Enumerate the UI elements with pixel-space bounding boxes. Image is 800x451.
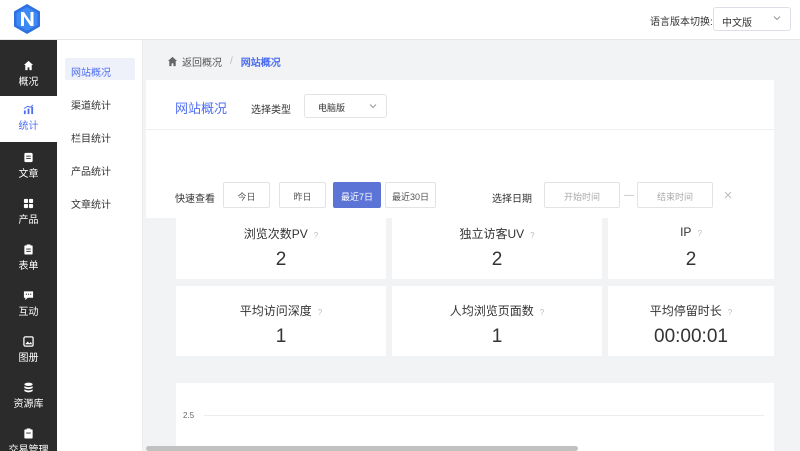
help-icon[interactable]: ? [728, 308, 732, 317]
help-icon[interactable]: ? [314, 231, 318, 240]
quick-button-last-7-days[interactable]: 最近7日 [333, 182, 381, 208]
help-icon[interactable]: ? [697, 229, 701, 238]
stat-value: 2 [685, 249, 697, 270]
database-icon [24, 382, 33, 393]
stat-card-avg-duration: 平均停留时长? 00:00:01 [608, 286, 774, 356]
stat-card-ip: IP? 2 [608, 209, 774, 279]
nav-item-resources[interactable]: 资源库 [0, 374, 57, 420]
stat-name: 浏览次数PV [243, 227, 308, 241]
nav-item-forms[interactable]: 表单 [0, 236, 57, 282]
date-range-label: 选择日期 [492, 194, 532, 205]
stat-value: 2 [275, 249, 287, 270]
main-sidebar: 概况 统计 文章 产品 表单 互动 图册 资源库 交易管理 [0, 40, 57, 451]
language-value: 中文版 [722, 18, 752, 29]
date-range-separator: — [624, 190, 634, 201]
quick-button-today[interactable]: 今日 [223, 182, 270, 208]
stat-name: 独立访客UV [459, 227, 525, 241]
trade-icon [24, 428, 33, 439]
nav-item-label: 文章 [18, 169, 39, 180]
nav-item-label: 交易管理 [8, 445, 49, 451]
nav-item-label: 统计 [18, 121, 39, 132]
horizontal-scrollbar[interactable] [146, 446, 578, 451]
language-select[interactable]: 中文版 [713, 7, 791, 31]
subnav-item-article-stats[interactable]: 文章统计 [65, 190, 135, 212]
filter-card: 网站概况 选择类型 电脑版 快速查看 今日 昨日 最近7日 最近30日 选择日期… [146, 80, 774, 218]
language-switch-label: 语言版本切换: [650, 17, 713, 28]
chat-icon [23, 291, 34, 301]
nav-item-label: 产品 [18, 215, 39, 226]
y-tick-label: 2.5 [183, 411, 195, 420]
breadcrumb-separator: / [230, 56, 233, 67]
nav-item-label: 互动 [18, 307, 39, 318]
article-icon [24, 152, 33, 163]
nav-item-interaction[interactable]: 互动 [0, 282, 57, 328]
brand-logo[interactable] [11, 3, 43, 35]
subnav-item-column-stats[interactable]: 栏目统计 [65, 124, 135, 146]
nav-item-articles[interactable]: 文章 [0, 144, 57, 190]
product-icon [23, 198, 34, 209]
nav-item-trade[interactable]: 交易管理 [0, 420, 57, 451]
nav-item-overview[interactable]: 概况 [0, 52, 57, 98]
stat-value: 1 [491, 326, 503, 347]
subnav-item-channel-stats[interactable]: 渠道统计 [65, 91, 135, 113]
help-icon[interactable]: ? [540, 308, 544, 317]
form-icon [24, 244, 33, 255]
top-bar: 语言版本切换: 中文版 [0, 0, 800, 40]
stat-value: 00:00:01 [654, 326, 728, 347]
quick-button-last-30-days[interactable]: 最近30日 [385, 182, 436, 208]
stat-name: IP [680, 225, 692, 239]
stat-value: 1 [275, 326, 287, 347]
end-date-input[interactable]: 结束时间 [637, 182, 713, 208]
stat-name: 平均停留时长 [649, 304, 722, 318]
stat-card-uv: 独立访客UV? 2 [392, 209, 602, 279]
help-icon[interactable]: ? [530, 231, 534, 240]
home-icon [23, 60, 34, 71]
stat-name: 人均浏览页面数 [449, 304, 534, 318]
page-title: 网站概况 [175, 101, 228, 116]
divider [146, 129, 774, 130]
start-date-input[interactable]: 开始时间 [544, 182, 620, 208]
stat-name: 平均访问深度 [239, 304, 312, 318]
chart-gridline [204, 415, 764, 416]
quick-view-label: 快速查看 [175, 194, 215, 205]
stats-icon [23, 104, 34, 115]
nav-item-label: 表单 [18, 261, 39, 272]
trend-chart-card: 2.5 [176, 383, 774, 451]
help-icon[interactable]: ? [318, 308, 322, 317]
breadcrumb-back-link[interactable]: 返回概况 [182, 54, 222, 69]
nav-item-label: 图册 [18, 353, 39, 364]
breadcrumb-current: 网站概况 [240, 58, 281, 69]
stat-card-avg-depth: 平均访问深度? 1 [176, 286, 386, 356]
nav-item-label: 概况 [18, 77, 39, 88]
type-select[interactable]: 电脑版 [304, 94, 387, 118]
stat-card-pv: 浏览次数PV? 2 [176, 209, 386, 279]
nav-item-products[interactable]: 产品 [0, 190, 57, 236]
subnav-item-product-stats[interactable]: 产品统计 [65, 157, 135, 179]
type-select-value: 电脑版 [318, 103, 346, 113]
chevron-down-icon [773, 16, 781, 21]
subnav-item-site-overview[interactable]: 网站概况 [65, 58, 135, 80]
type-select-label: 选择类型 [251, 105, 291, 116]
stat-value: 2 [491, 249, 503, 270]
nav-item-gallery[interactable]: 图册 [0, 328, 57, 374]
nav-item-label: 资源库 [13, 399, 44, 410]
nav-item-stats[interactable]: 统计 [0, 96, 57, 142]
main-content: 返回概况 / 网站概况 网站概况 选择类型 电脑版 快速查看 今日 昨日 最近7… [143, 40, 800, 451]
quick-button-yesterday[interactable]: 昨日 [279, 182, 326, 208]
chevron-down-icon [369, 104, 377, 109]
gallery-icon [23, 336, 34, 347]
breadcrumb: 返回概况 / 网站概况 [167, 54, 281, 69]
close-icon[interactable] [723, 190, 733, 200]
home-icon[interactable] [167, 56, 178, 67]
stats-subnav: 网站概况 渠道统计 栏目统计 产品统计 文章统计 [57, 40, 143, 451]
stat-card-pages-per-user: 人均浏览页面数? 1 [392, 286, 602, 356]
